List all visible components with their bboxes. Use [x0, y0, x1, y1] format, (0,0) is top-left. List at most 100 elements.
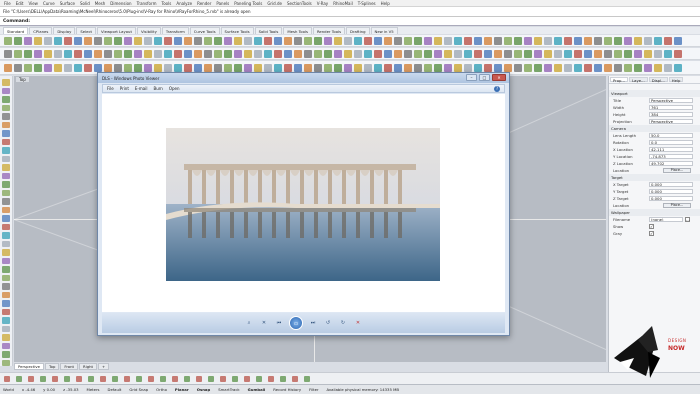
tool-button-icon[interactable] — [554, 49, 562, 58]
tool-button-icon[interactable] — [14, 63, 22, 72]
tool-button-icon[interactable] — [164, 49, 172, 58]
tool-button-icon[interactable] — [644, 36, 652, 45]
tool-button-icon[interactable] — [44, 36, 52, 45]
tool-button-icon[interactable] — [184, 49, 192, 58]
left-tool-button-icon[interactable] — [2, 274, 10, 281]
tool-button-icon[interactable] — [634, 36, 642, 45]
tool-button-icon[interactable] — [614, 63, 622, 72]
tool-button-icon[interactable] — [374, 49, 382, 58]
tool-button-icon[interactable] — [14, 49, 22, 58]
toolbar-tab-viewport-layout[interactable]: Viewport Layout — [97, 27, 136, 34]
tool-button-icon[interactable] — [184, 36, 192, 45]
tool-button-icon[interactable] — [424, 49, 432, 58]
x-target-field[interactable]: 0.000 — [649, 182, 693, 187]
tool-button-icon[interactable] — [394, 36, 402, 45]
osnap-toggle[interactable]: Osnap — [197, 387, 210, 392]
tool-button-icon[interactable] — [14, 36, 22, 45]
osnap-tool-icon[interactable] — [148, 375, 154, 382]
actual-size-icon[interactable]: ✕ — [259, 319, 269, 327]
gumball-toggle[interactable]: Gumball — [248, 387, 266, 392]
tool-button-icon[interactable] — [574, 63, 582, 72]
tool-button-icon[interactable] — [214, 49, 222, 58]
tab-display[interactable]: Displ... — [648, 77, 668, 83]
tool-button-icon[interactable] — [494, 49, 502, 58]
tool-button-icon[interactable] — [304, 63, 312, 72]
tool-button-icon[interactable] — [524, 36, 532, 45]
viewer-menu-print[interactable]: Print — [120, 86, 129, 91]
left-tool-button-icon[interactable] — [2, 223, 10, 230]
tool-button-icon[interactable] — [454, 63, 462, 72]
left-tool-button-icon[interactable] — [2, 130, 10, 137]
tool-button-icon[interactable] — [384, 63, 392, 72]
planar-toggle[interactable]: Planar — [175, 387, 189, 392]
tool-button-icon[interactable] — [94, 36, 102, 45]
tool-button-icon[interactable] — [134, 49, 142, 58]
osnap-tool-icon[interactable] — [28, 375, 34, 382]
tool-button-icon[interactable] — [314, 36, 322, 45]
tool-button-icon[interactable] — [654, 63, 662, 72]
tool-button-icon[interactable] — [494, 36, 502, 45]
left-tool-button-icon[interactable] — [2, 232, 10, 239]
tool-button-icon[interactable] — [534, 49, 542, 58]
tool-button-icon[interactable] — [234, 36, 242, 45]
left-tool-button-icon[interactable] — [2, 87, 10, 94]
left-tool-button-icon[interactable] — [2, 113, 10, 120]
tool-button-icon[interactable] — [504, 49, 512, 58]
layer-status[interactable]: Default — [108, 387, 122, 392]
toolbar-tab-render-tools[interactable]: Render Tools — [312, 27, 346, 34]
toolbar-tab-visibility[interactable]: Visibility — [136, 27, 161, 34]
tool-button-icon[interactable] — [344, 63, 352, 72]
left-tool-button-icon[interactable] — [2, 155, 10, 162]
tool-button-icon[interactable] — [644, 49, 652, 58]
tool-button-icon[interactable] — [164, 36, 172, 45]
tool-button-icon[interactable] — [334, 49, 342, 58]
left-tool-button-icon[interactable] — [2, 300, 10, 307]
left-tool-button-icon[interactable] — [2, 257, 10, 264]
toolbar-tab-display[interactable]: Display — [53, 27, 76, 34]
tool-button-icon[interactable] — [274, 49, 282, 58]
tool-button-icon[interactable] — [204, 63, 212, 72]
tool-button-icon[interactable] — [284, 63, 292, 72]
tool-button-icon[interactable] — [434, 49, 442, 58]
grid-snap-toggle[interactable]: Grid Snap — [129, 387, 148, 392]
tool-button-icon[interactable] — [624, 36, 632, 45]
tool-button-icon[interactable] — [114, 49, 122, 58]
tool-button-icon[interactable] — [304, 36, 312, 45]
tab-help[interactable]: Help — [668, 77, 684, 83]
tool-button-icon[interactable] — [124, 49, 132, 58]
tab-layers[interactable]: Laye... — [629, 77, 648, 83]
tool-button-icon[interactable] — [244, 49, 252, 58]
z-target-field[interactable]: 0.000 — [649, 196, 693, 201]
tool-button-icon[interactable] — [234, 49, 242, 58]
tool-button-icon[interactable] — [664, 49, 672, 58]
tool-button-icon[interactable] — [84, 49, 92, 58]
tool-button-icon[interactable] — [364, 63, 372, 72]
browse-icon[interactable]: … — [685, 217, 690, 222]
tool-button-icon[interactable] — [674, 63, 682, 72]
tool-button-icon[interactable] — [604, 63, 612, 72]
tool-button-icon[interactable] — [154, 63, 162, 72]
tool-button-icon[interactable] — [394, 49, 402, 58]
tool-button-icon[interactable] — [204, 49, 212, 58]
left-tool-button-icon[interactable] — [2, 121, 10, 128]
tool-button-icon[interactable] — [674, 49, 682, 58]
osnap-tool-icon[interactable] — [52, 375, 58, 382]
toolbar-tab-surface-tools[interactable]: Surface Tools — [220, 27, 254, 34]
tool-button-icon[interactable] — [114, 36, 122, 45]
y-target-field[interactable]: 0.000 — [649, 189, 693, 194]
title-field[interactable]: Perspective — [649, 98, 693, 103]
width-field[interactable]: 761 — [649, 105, 693, 110]
tool-button-icon[interactable] — [584, 63, 592, 72]
tool-button-icon[interactable] — [354, 63, 362, 72]
menu-item-view[interactable]: View — [28, 1, 38, 6]
tool-button-icon[interactable] — [654, 36, 662, 45]
tool-button-icon[interactable] — [194, 36, 202, 45]
left-tool-button-icon[interactable] — [2, 198, 10, 205]
menu-item-tools[interactable]: Tools — [161, 1, 171, 6]
tool-button-icon[interactable] — [34, 63, 42, 72]
viewer-menu-burn[interactable]: Burn — [153, 86, 162, 91]
tool-button-icon[interactable] — [344, 36, 352, 45]
tool-button-icon[interactable] — [174, 49, 182, 58]
tool-button-icon[interactable] — [24, 36, 32, 45]
menu-item-grid-de[interactable]: Grid.de — [267, 1, 282, 6]
